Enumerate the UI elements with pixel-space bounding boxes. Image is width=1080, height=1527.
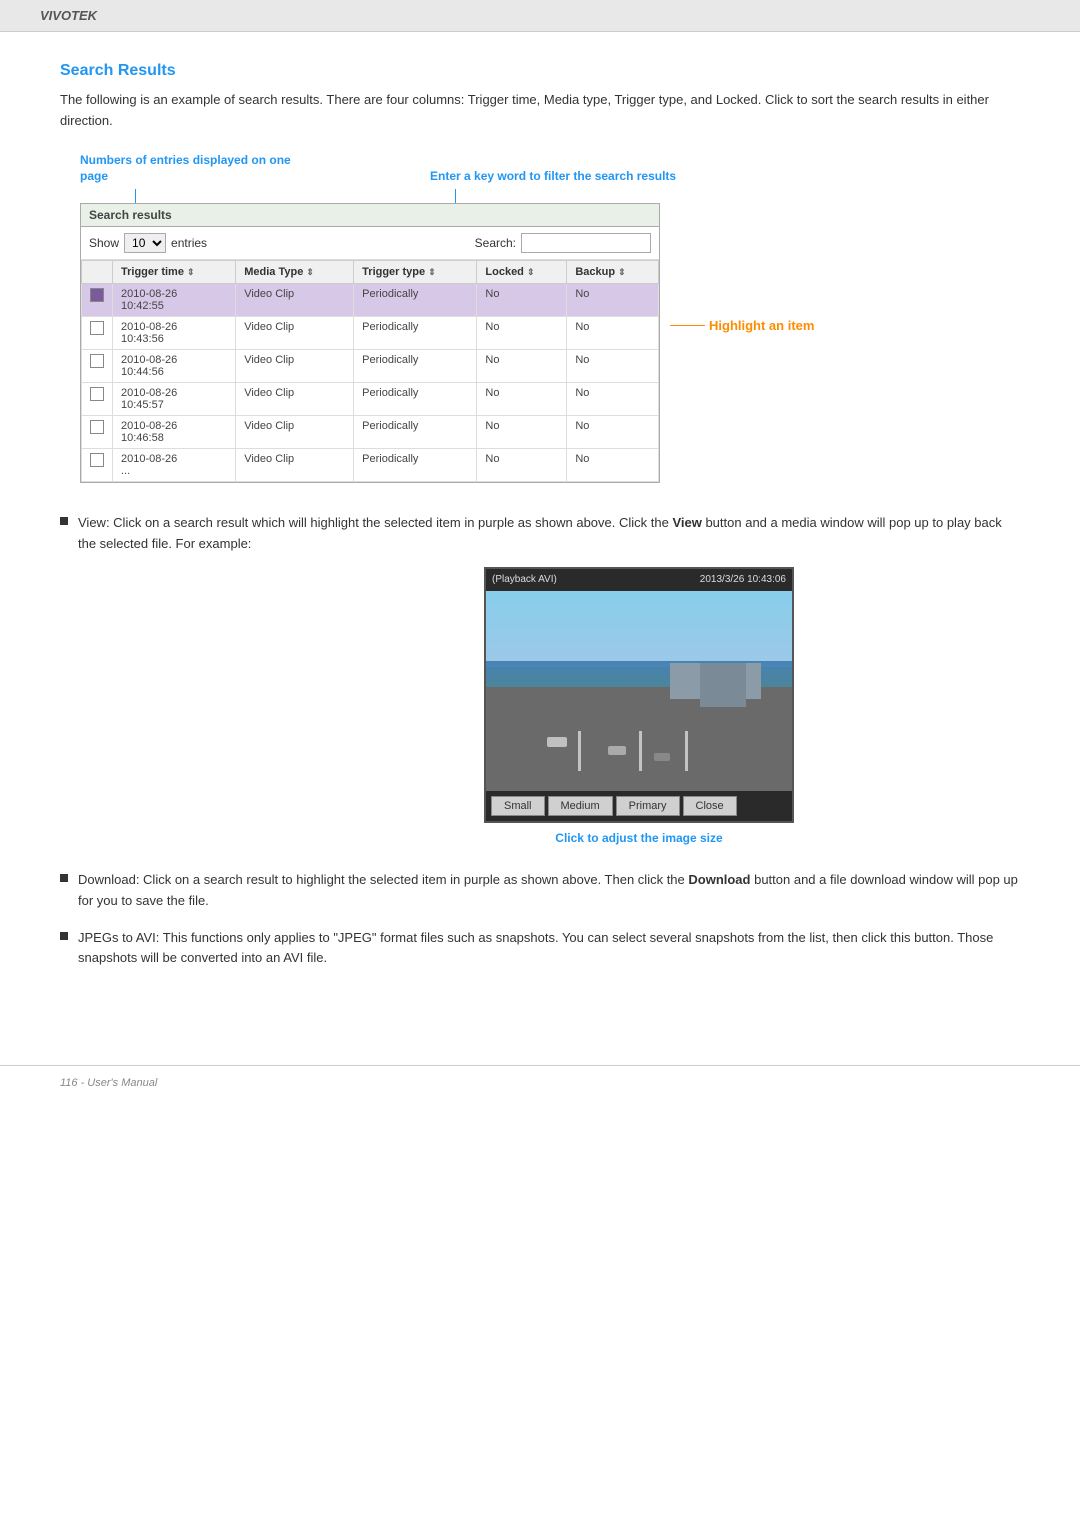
search-box: Search: xyxy=(475,233,651,253)
playback-timestamp: 2013/3/26 10:43:06 xyxy=(700,572,786,588)
row-checkbox[interactable] xyxy=(90,420,104,434)
table-row[interactable]: 2010-08-26 10:44:56Video ClipPeriodicall… xyxy=(82,350,659,383)
bullet-text-jpegs: JPEGs to AVI: This functions only applie… xyxy=(78,928,1020,970)
row-checkbox-cell xyxy=(82,350,113,383)
col-trigger-type[interactable]: Trigger type ⇕ xyxy=(354,261,477,284)
row-backup: No xyxy=(567,383,659,416)
bullet-icon-view xyxy=(60,517,68,525)
row-checkbox-cell xyxy=(82,449,113,482)
search-annotation: Enter a key word to filter the search re… xyxy=(430,168,676,185)
bullet-section: View: Click on a search result which wil… xyxy=(60,513,1020,969)
col-media-type[interactable]: Media Type ⇕ xyxy=(236,261,354,284)
results-table: Trigger time ⇕ Media Type ⇕ Trigger type… xyxy=(81,260,659,482)
search-label: Search: xyxy=(475,236,516,250)
playback-video xyxy=(486,591,792,791)
search-results-container: Search results Show 10 25 50 entries xyxy=(80,203,660,483)
brand-logo: VIVOTEK xyxy=(40,8,97,23)
row-backup: No xyxy=(567,350,659,383)
row-media-type: Video Clip xyxy=(236,416,354,449)
row-trigger-type: Periodically xyxy=(354,383,477,416)
bullet-text-download: Download: Click on a search result to hi… xyxy=(78,870,1020,912)
col-locked[interactable]: Locked ⇕ xyxy=(477,261,567,284)
entries-label: entries xyxy=(171,236,207,250)
table-row[interactable]: 2010-08-26 10:42:55Video ClipPeriodicall… xyxy=(82,284,659,317)
row-trigger-time: 2010-08-26 10:43:56 xyxy=(113,317,236,350)
row-checkbox-cell xyxy=(82,284,113,317)
show-entries-control: Show 10 25 50 entries xyxy=(89,233,207,253)
row-checkbox-cell xyxy=(82,416,113,449)
bullet-jpegs: JPEGs to AVI: This functions only applie… xyxy=(60,928,1020,970)
col-checkbox xyxy=(82,261,113,284)
row-locked: No xyxy=(477,284,567,317)
table-header-row: Trigger time ⇕ Media Type ⇕ Trigger type… xyxy=(82,261,659,284)
row-media-type: Video Clip xyxy=(236,284,354,317)
row-checkbox[interactable] xyxy=(90,453,104,467)
medium-button[interactable]: Medium xyxy=(548,796,613,816)
page-header: VIVOTEK xyxy=(0,0,1080,32)
row-checkbox-cell xyxy=(82,317,113,350)
row-trigger-type: Periodically xyxy=(354,317,477,350)
col-backup[interactable]: Backup ⇕ xyxy=(567,261,659,284)
row-checkbox[interactable] xyxy=(90,321,104,335)
row-backup: No xyxy=(567,449,659,482)
row-backup: No xyxy=(567,416,659,449)
primary-button[interactable]: Primary xyxy=(616,796,680,816)
row-locked: No xyxy=(477,383,567,416)
playback-container: (Playback AVI) 2013/3/26 10:43:06 xyxy=(258,567,1020,848)
row-trigger-time: 2010-08-26 ... xyxy=(113,449,236,482)
table-row[interactable]: 2010-08-26 10:45:57Video ClipPeriodicall… xyxy=(82,383,659,416)
close-button[interactable]: Close xyxy=(683,796,737,816)
row-trigger-type: Periodically xyxy=(354,449,477,482)
table-row[interactable]: 2010-08-26 ...Video ClipPeriodicallyNoNo xyxy=(82,449,659,482)
col-trigger-time[interactable]: Trigger time ⇕ xyxy=(113,261,236,284)
row-checkbox[interactable] xyxy=(90,288,104,302)
row-backup: No xyxy=(567,317,659,350)
row-media-type: Video Clip xyxy=(236,350,354,383)
row-trigger-type: Periodically xyxy=(354,416,477,449)
highlight-annotation: Highlight an item xyxy=(670,318,814,333)
section-title: Search Results xyxy=(60,62,1020,80)
row-trigger-time: 2010-08-26 10:46:58 xyxy=(113,416,236,449)
table-title: Search results xyxy=(81,204,659,227)
main-content: Search Results The following is an examp… xyxy=(0,32,1080,1025)
table-controls: Show 10 25 50 entries Search: xyxy=(81,227,659,260)
bullet-icon-download xyxy=(60,874,68,882)
playback-controls: Small Medium Primary Close xyxy=(486,791,792,821)
row-locked: No xyxy=(477,416,567,449)
row-media-type: Video Clip xyxy=(236,317,354,350)
row-checkbox-cell xyxy=(82,383,113,416)
row-trigger-time: 2010-08-26 10:45:57 xyxy=(113,383,236,416)
row-media-type: Video Clip xyxy=(236,449,354,482)
row-locked: No xyxy=(477,317,567,350)
search-results-table-wrapper: Search results Show 10 25 50 entries xyxy=(80,203,660,483)
small-button[interactable]: Small xyxy=(491,796,545,816)
intro-text: The following is an example of search re… xyxy=(60,90,1020,132)
row-locked: No xyxy=(477,449,567,482)
playback-window: (Playback AVI) 2013/3/26 10:43:06 xyxy=(484,567,794,823)
playback-title: (Playback AVI) xyxy=(492,572,557,588)
show-label: Show xyxy=(89,236,119,250)
table-row[interactable]: 2010-08-26 10:46:58Video ClipPeriodicall… xyxy=(82,416,659,449)
bullet-text-view: View: Click on a search result which wil… xyxy=(78,513,1020,854)
row-locked: No xyxy=(477,350,567,383)
row-trigger-time: 2010-08-26 10:42:55 xyxy=(113,284,236,317)
bullet-view: View: Click on a search result which wil… xyxy=(60,513,1020,854)
bullet-icon-jpegs xyxy=(60,932,68,940)
row-checkbox[interactable] xyxy=(90,354,104,368)
row-trigger-type: Periodically xyxy=(354,284,477,317)
row-backup: No xyxy=(567,284,659,317)
table-row[interactable]: 2010-08-26 10:43:56Video ClipPeriodicall… xyxy=(82,317,659,350)
bullet-download: Download: Click on a search result to hi… xyxy=(60,870,1020,912)
row-trigger-time: 2010-08-26 10:44:56 xyxy=(113,350,236,383)
row-media-type: Video Clip xyxy=(236,383,354,416)
entries-select[interactable]: 10 25 50 xyxy=(124,233,166,253)
row-checkbox[interactable] xyxy=(90,387,104,401)
entries-annotation: Numbers of entries displayed on one page xyxy=(80,152,300,186)
row-trigger-type: Periodically xyxy=(354,350,477,383)
search-input[interactable] xyxy=(521,233,651,253)
playback-header: (Playback AVI) 2013/3/26 10:43:06 xyxy=(486,569,792,591)
click-adjust-label: Click to adjust the image size xyxy=(555,829,722,848)
footer-page-label: 116 - User's Manual xyxy=(60,1077,157,1089)
